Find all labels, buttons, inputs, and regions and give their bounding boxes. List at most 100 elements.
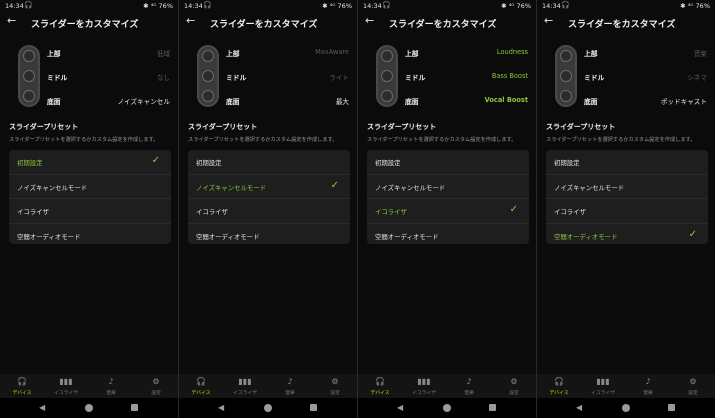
preset-item-noise-cancel[interactable]: ノイズキャンセルモード✓ — [188, 175, 350, 199]
preset-item-spatial-audio[interactable]: 空間オーディオモード✓ — [546, 224, 708, 248]
home-circle-icon[interactable] — [85, 404, 93, 412]
back-triangle-icon[interactable]: ◀ — [576, 403, 582, 412]
back-triangle-icon[interactable]: ◀ — [218, 403, 224, 412]
preset-item-equalizer[interactable]: イコライザ✓ — [188, 199, 350, 224]
slider-row-top[interactable]: 上部 低域 — [47, 44, 170, 68]
preset-label: イコライザ — [554, 208, 586, 216]
nav-item-music[interactable]: ♪ 音楽 — [272, 377, 308, 396]
slider-value-bottom: Vocal Boost — [484, 96, 528, 104]
status-bar: 14:34 🎧 ✱ ⁴ᴳ 76% — [537, 0, 715, 12]
bottom-nav: 🎧 デバイス ▮▮▮ イコライザ ♪ 音楽 ⚙ 設定 — [537, 374, 715, 398]
preset-item-default[interactable]: 初期設定✓ — [188, 150, 350, 175]
slider-row-middle[interactable]: ミドル シネマ — [584, 68, 707, 92]
recent-square-icon[interactable] — [668, 404, 675, 411]
preset-item-spatial-audio[interactable]: 空間オーディオモード✓ — [9, 224, 171, 248]
preset-item-default[interactable]: 初期設定✓ — [367, 150, 529, 175]
slider-knob-top — [23, 50, 35, 62]
recent-square-icon[interactable] — [489, 404, 496, 411]
home-circle-icon[interactable] — [622, 404, 630, 412]
slider-label-bottom: 底面 — [584, 98, 598, 106]
nav-item-music[interactable]: ♪ 音楽 — [451, 377, 487, 396]
checkmark-icon: ✓ — [330, 179, 339, 191]
preset-label: 初期設定 — [196, 159, 222, 167]
recent-square-icon[interactable] — [310, 404, 317, 411]
status-time: 14:34 — [5, 2, 24, 10]
home-circle-icon[interactable] — [264, 404, 272, 412]
nav-item-device[interactable]: 🎧 デバイス — [541, 377, 577, 396]
slider-settings: 上部 Loudness ミドル Bass Boost 底面 Vocal Boos… — [405, 44, 528, 116]
slider-row-top[interactable]: 上部 音楽 — [584, 44, 707, 68]
preset-item-spatial-audio[interactable]: 空間オーディオモード✓ — [367, 224, 529, 248]
phone-screen-2: 14:34 🎧 ✱ ⁴ᴳ 76% ← スライダーをカスタマイズ 上部 MaxAw… — [179, 0, 358, 418]
arrow-left-icon[interactable]: ← — [7, 14, 16, 27]
app-bar: ← スライダーをカスタマイズ — [537, 12, 715, 32]
nav-item-device[interactable]: 🎧 デバイス — [362, 377, 398, 396]
preset-item-noise-cancel[interactable]: ノイズキャンセルモード✓ — [546, 175, 708, 199]
slider-row-bottom[interactable]: 底面 Vocal Boost — [405, 92, 528, 116]
slider-row-middle[interactable]: ミドル Bass Boost — [405, 68, 528, 92]
slider-settings: 上部 MaxAware ミドル ライト 底面 最大 — [226, 44, 349, 116]
slider-row-bottom[interactable]: 底面 最大 — [226, 92, 349, 116]
nav-item-settings[interactable]: ⚙ 設定 — [138, 377, 174, 396]
nav-label: デバイス — [370, 391, 390, 396]
slider-label-top: 上部 — [405, 50, 419, 58]
arrow-left-icon[interactable]: ← — [186, 14, 195, 27]
nav-item-equalizer[interactable]: ▮▮▮ イコライザ — [406, 377, 442, 396]
back-triangle-icon[interactable]: ◀ — [39, 403, 45, 412]
nav-item-settings[interactable]: ⚙ 設定 — [496, 377, 532, 396]
nav-label: デバイス — [12, 391, 32, 396]
nav-item-music[interactable]: ♪ 音楽 — [630, 377, 666, 396]
preset-item-spatial-audio[interactable]: 空間オーディオモード✓ — [188, 224, 350, 248]
nav-item-device[interactable]: 🎧 デバイス — [183, 377, 219, 396]
system-nav-bar: ◀ — [537, 398, 715, 418]
slider-knob-middle — [202, 70, 214, 82]
slider-label-middle: ミドル — [47, 74, 68, 82]
preset-item-equalizer[interactable]: イコライザ✓ — [367, 199, 529, 224]
nav-item-equalizer[interactable]: ▮▮▮ イコライザ — [48, 377, 84, 396]
slider-knob-top — [560, 50, 572, 62]
arrow-left-icon[interactable]: ← — [365, 14, 374, 27]
preset-item-noise-cancel[interactable]: ノイズキャンセルモード✓ — [9, 175, 171, 199]
slider-value-top: 音楽 — [693, 50, 707, 58]
slider-row-top[interactable]: 上部 MaxAware — [226, 44, 349, 68]
slider-row-bottom[interactable]: 底面 ポッドキャスト — [584, 92, 707, 116]
slider-knob-middle — [560, 70, 572, 82]
preset-item-default[interactable]: 初期設定✓ — [9, 150, 171, 175]
bottom-nav: 🎧 デバイス ▮▮▮ イコライザ ♪ 音楽 ⚙ 設定 — [358, 374, 536, 398]
preset-label: ノイズキャンセルモード — [375, 183, 446, 192]
slider-value-top: Loudness — [496, 48, 528, 56]
back-triangle-icon[interactable]: ◀ — [397, 403, 403, 412]
nav-item-equalizer[interactable]: ▮▮▮ イコライザ — [227, 377, 263, 396]
home-circle-icon[interactable] — [443, 404, 451, 412]
slider-label-middle: ミドル — [405, 74, 426, 82]
bottom-nav: 🎧 デバイス ▮▮▮ イコライザ ♪ 音楽 ⚙ 設定 — [0, 374, 178, 398]
slider-row-bottom[interactable]: 底面 ノイズキャンセル — [47, 92, 170, 116]
nav-item-equalizer[interactable]: ▮▮▮ イコライザ — [585, 377, 621, 396]
app-bar: ← スライダーをカスタマイズ — [0, 12, 178, 32]
arrow-left-icon[interactable]: ← — [544, 14, 553, 27]
nav-item-settings[interactable]: ⚙ 設定 — [675, 377, 711, 396]
slider-value-top: 低域 — [156, 50, 170, 58]
preset-label: 初期設定 — [375, 159, 401, 167]
slider-row-middle[interactable]: ミドル なし — [47, 68, 170, 92]
preset-item-equalizer[interactable]: イコライザ✓ — [546, 199, 708, 224]
headphones-icon: 🎧 — [17, 377, 27, 386]
slider-row-middle[interactable]: ミドル ライト — [226, 68, 349, 92]
slider-knob-middle — [381, 70, 393, 82]
status-indicators: ✱ ⁴ᴳ 76% — [680, 2, 710, 10]
nav-item-device[interactable]: 🎧 デバイス — [4, 377, 40, 396]
preset-item-equalizer[interactable]: イコライザ✓ — [9, 199, 171, 224]
screenshot-strip: 14:34 🎧 ✱ ⁴ᴳ 76% ← スライダーをカスタマイズ 上部 低域 ミド… — [0, 0, 715, 418]
nav-item-music[interactable]: ♪ 音楽 — [93, 377, 129, 396]
preset-item-default[interactable]: 初期設定✓ — [546, 150, 708, 175]
nav-label: イコライザ — [591, 391, 615, 396]
section-description: スライダープリセットを選択するかカスタム設定を作成します。 — [188, 137, 338, 143]
headphones-icon: 🎧 — [554, 377, 564, 386]
status-indicators: ✱ ⁴ᴳ 76% — [143, 2, 173, 10]
page-title: スライダーをカスタマイズ — [568, 20, 676, 30]
recent-square-icon[interactable] — [131, 404, 138, 411]
nav-item-settings[interactable]: ⚙ 設定 — [317, 377, 353, 396]
preset-item-noise-cancel[interactable]: ノイズキャンセルモード✓ — [367, 175, 529, 199]
slider-row-top[interactable]: 上部 Loudness — [405, 44, 528, 68]
system-nav-bar: ◀ — [358, 398, 536, 418]
